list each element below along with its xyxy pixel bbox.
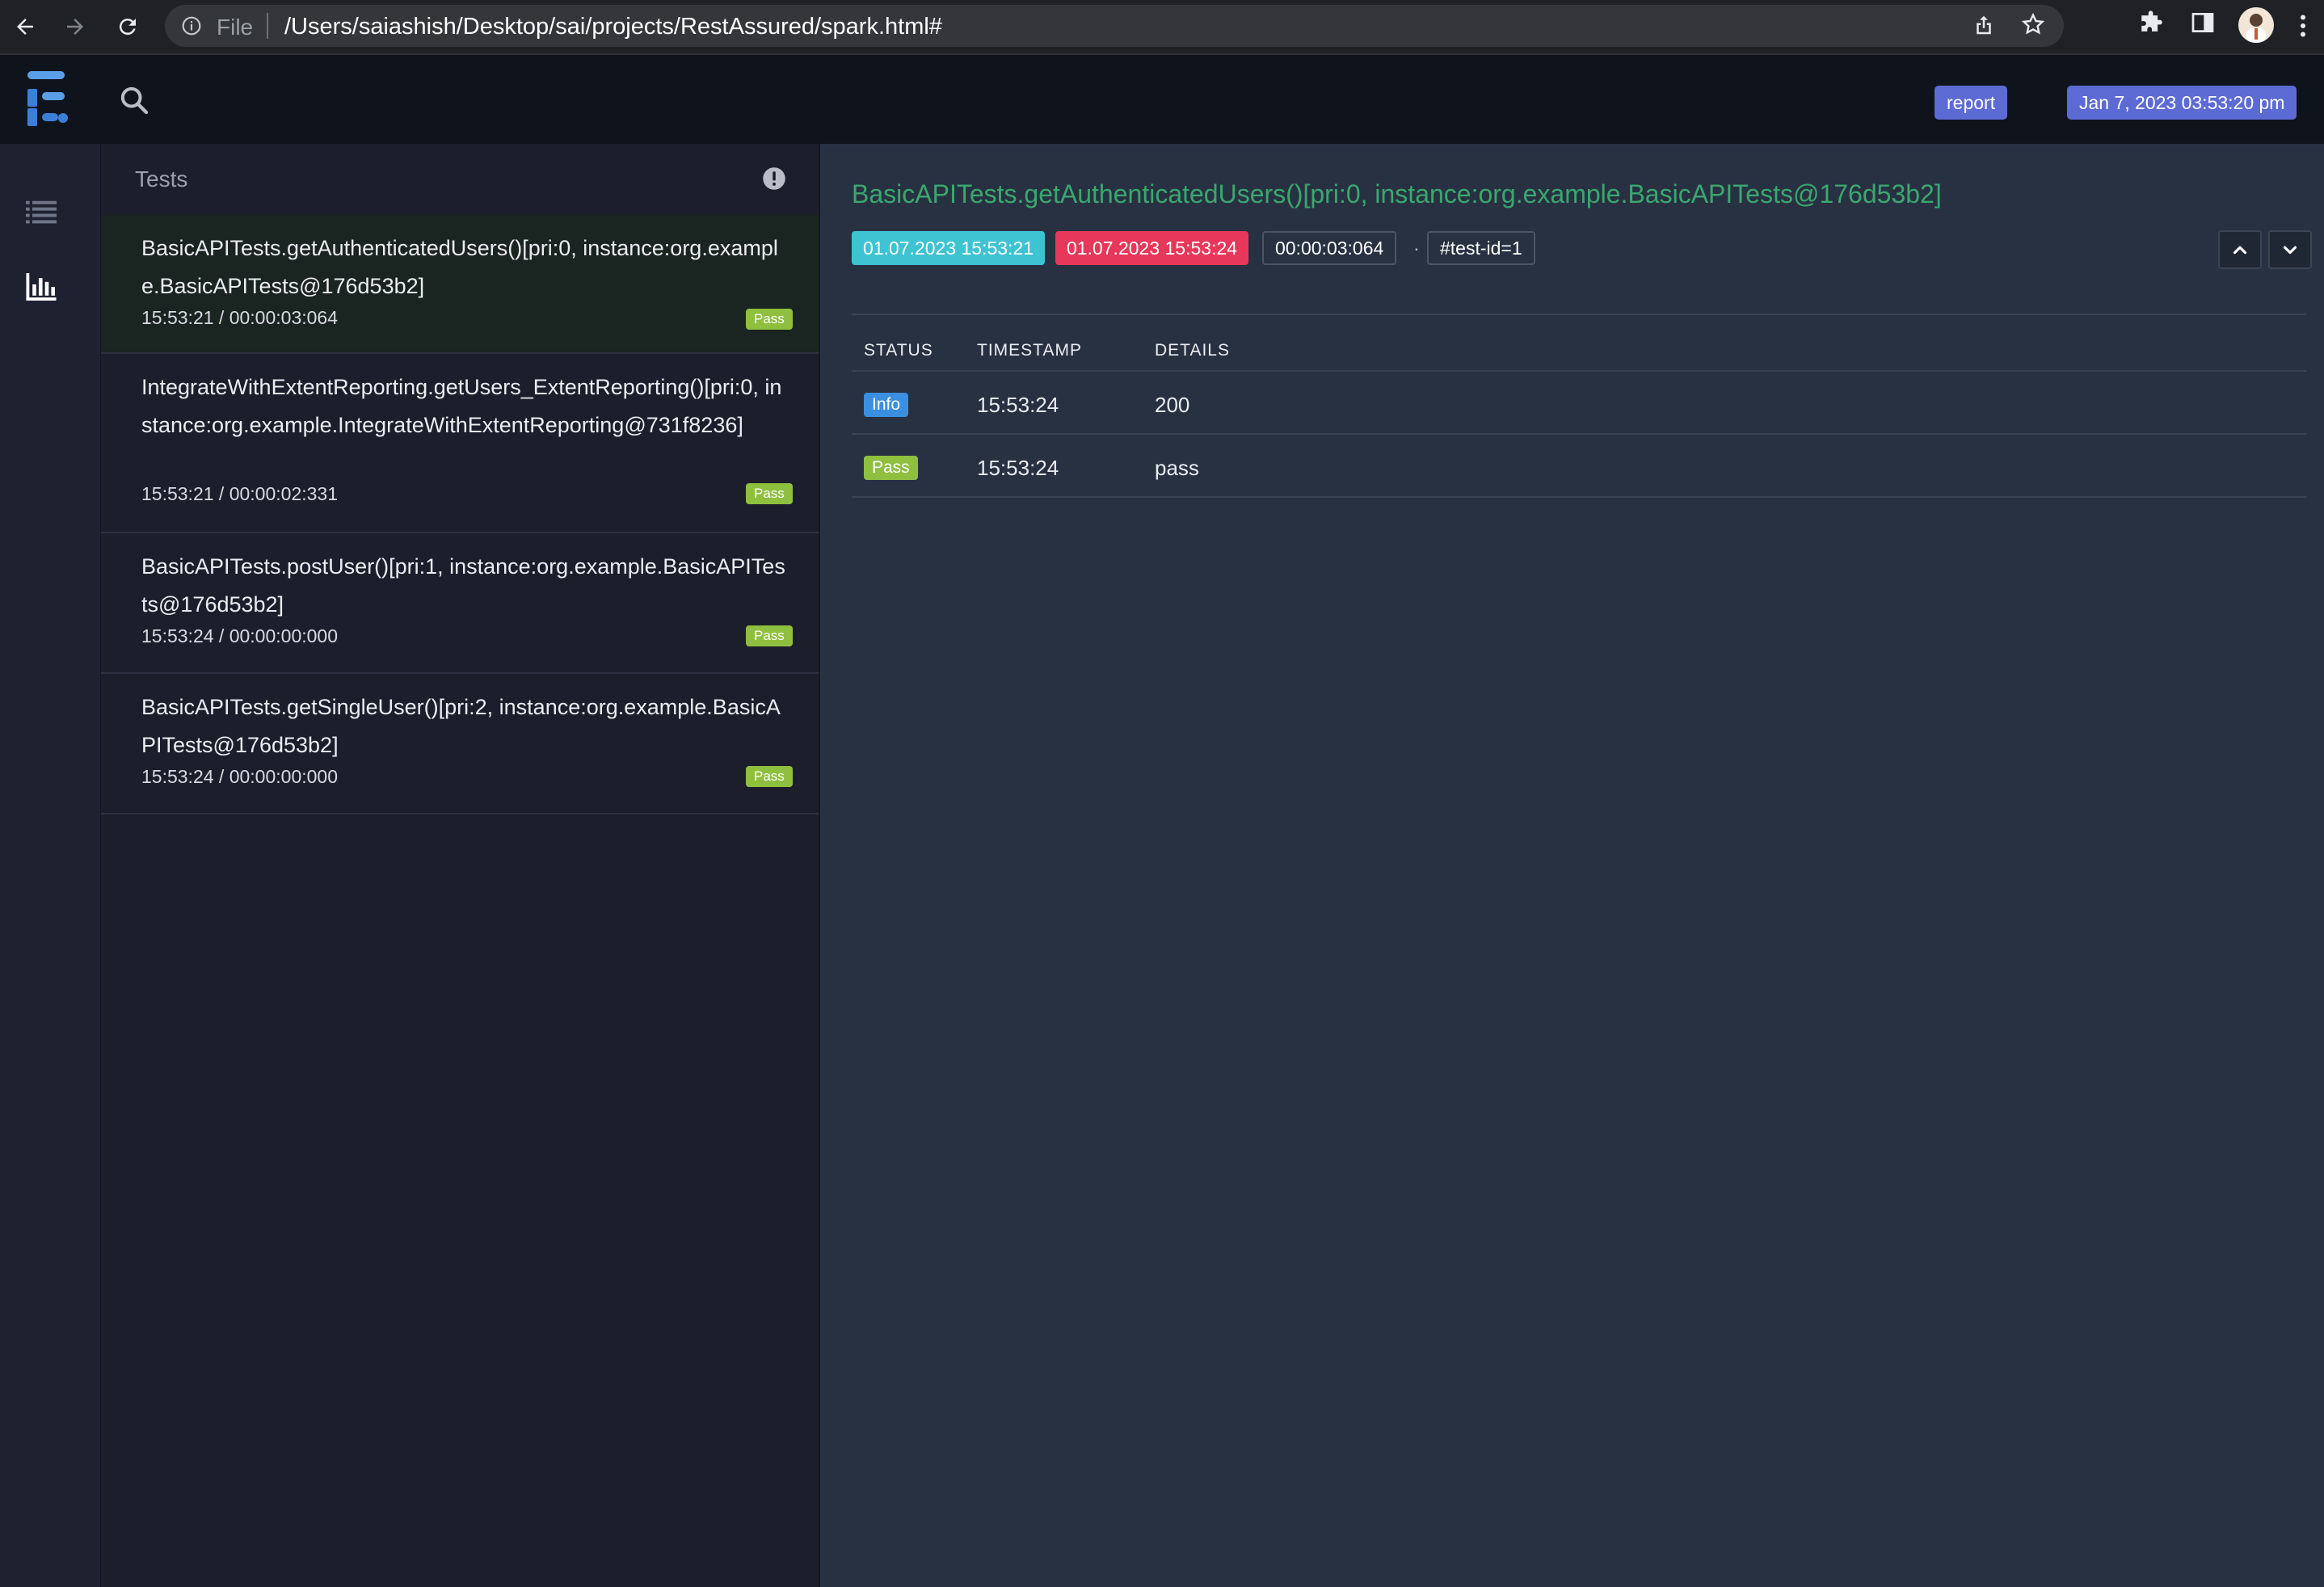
side-nav — [0, 144, 102, 1587]
test-name: BasicAPITests.postUser()[pri:1, instance… — [141, 554, 785, 617]
puzzle-icon[interactable] — [2138, 10, 2166, 41]
star-icon[interactable] — [2020, 11, 2046, 41]
row-details: 200 — [1155, 393, 1190, 417]
column-header-details: DETAILS — [1155, 341, 1230, 360]
url-scheme-label: File — [217, 15, 254, 40]
duration-badge: 00:00:03:064 — [1262, 231, 1397, 265]
row-details: pass — [1155, 456, 1199, 480]
test-detail-panel: BasicAPITests.getAuthenticatedUsers()[pr… — [820, 144, 2324, 1587]
column-header-timestamp: TIMESTAMP — [977, 341, 1082, 360]
status-badge: Pass — [746, 625, 793, 646]
table-divider — [852, 314, 2306, 315]
test-time: 15:53:24 / 00:00:00:000 — [141, 766, 338, 787]
test-time: 15:53:21 / 00:00:02:331 — [141, 483, 338, 504]
test-name: BasicAPITests.getAuthenticatedUsers()[pr… — [141, 236, 778, 298]
status-badge: Pass — [746, 309, 793, 330]
list-icon[interactable] — [26, 200, 57, 229]
address-bar[interactable]: File /Users/saiashish/Desktop/sai/projec… — [165, 5, 2064, 47]
share-icon[interactable] — [1972, 13, 1996, 41]
test-list-item[interactable]: BasicAPITests.postUser()[pri:1, instance… — [101, 533, 819, 674]
kebab-menu-icon[interactable] — [2298, 11, 2308, 44]
table-divider — [852, 496, 2306, 498]
url-text[interactable]: /Users/saiashish/Desktop/sai/projects/Re… — [284, 14, 942, 40]
chevron-down-icon — [2283, 246, 2297, 255]
test-list-item[interactable]: IntegrateWithExtentReporting.getUsers_Ex… — [101, 354, 819, 533]
back-button[interactable] — [6, 8, 44, 45]
reload-button[interactable] — [109, 8, 146, 45]
row-timestamp: 15:53:24 — [977, 456, 1059, 480]
search-icon[interactable] — [118, 84, 150, 120]
chevron-up-icon — [2233, 246, 2247, 255]
column-header-status: STATUS — [864, 341, 933, 360]
test-list-item[interactable]: BasicAPITests.getAuthenticatedUsers()[pr… — [101, 215, 819, 354]
report-badge: report — [1935, 86, 2008, 120]
tests-panel-title: Tests — [135, 166, 188, 192]
extent-logo-icon[interactable] — [24, 71, 69, 130]
info-icon[interactable] — [181, 15, 202, 40]
report-date-badge: Jan 7, 2023 03:53:20 pm — [2067, 86, 2297, 120]
test-id-badge: #test-id=1 — [1427, 231, 1535, 265]
side-panel-icon[interactable] — [2190, 10, 2216, 40]
test-time: 15:53:24 / 00:00:00:000 — [141, 625, 338, 646]
status-badge: Info — [864, 393, 909, 417]
arrow-right-icon — [67, 19, 83, 35]
test-name: BasicAPITests.getSingleUser()[pri:2, ins… — [141, 695, 781, 757]
test-list-item[interactable]: BasicAPITests.getSingleUser()[pri:2, ins… — [101, 674, 819, 815]
reload-icon — [119, 19, 136, 36]
alert-icon[interactable] — [762, 166, 786, 195]
url-divider — [267, 13, 268, 39]
status-badge: Pass — [864, 456, 918, 480]
test-time: 15:53:21 / 00:00:03:064 — [141, 307, 338, 328]
separator-dot: · — [1413, 238, 1420, 259]
arrow-left-icon — [17, 19, 33, 35]
table-divider — [852, 433, 2306, 435]
previous-test-button[interactable] — [2218, 230, 2262, 269]
forward-button[interactable] — [57, 8, 94, 45]
bar-chart-icon[interactable] — [26, 273, 57, 305]
tests-panel-header: Tests — [101, 144, 819, 215]
start-time-badge: 01.07.2023 15:53:21 — [852, 231, 1046, 265]
browser-toolbar: File /Users/saiashish/Desktop/sai/projec… — [0, 0, 2324, 55]
tests-panel: Tests BasicAPITests.getAuthenticatedUser… — [101, 144, 820, 1587]
avatar[interactable] — [2238, 7, 2274, 43]
status-badge: Pass — [746, 483, 793, 504]
detail-title: BasicAPITests.getAuthenticatedUsers()[pr… — [852, 179, 1942, 208]
next-test-button[interactable] — [2268, 230, 2312, 269]
table-divider — [852, 370, 2306, 372]
end-time-badge: 01.07.2023 15:53:24 — [1055, 231, 1249, 265]
test-name: IntegrateWithExtentReporting.getUsers_Ex… — [141, 375, 782, 437]
status-badge: Pass — [746, 766, 793, 787]
row-timestamp: 15:53:24 — [977, 393, 1059, 417]
